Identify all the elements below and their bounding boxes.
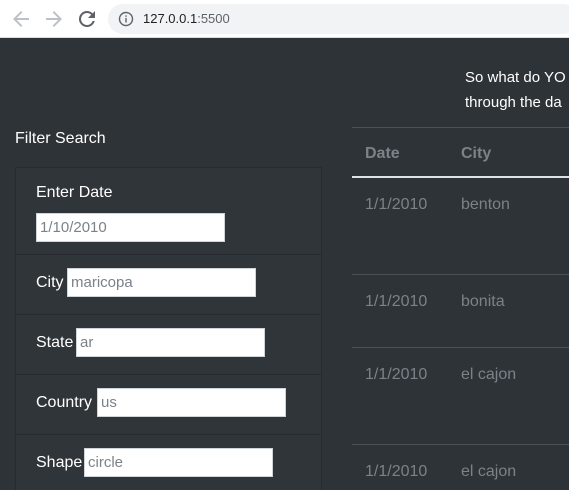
filter-item-city: City bbox=[16, 255, 321, 315]
filter-item-shape: Shape bbox=[16, 435, 321, 490]
date-label: Enter Date bbox=[36, 184, 113, 201]
column-header-city[interactable]: City bbox=[461, 145, 491, 163]
cell-city: bonita bbox=[461, 293, 505, 310]
browser-window: 127.0.0.1:5500 So what do YO through the… bbox=[0, 0, 569, 490]
table-row: 1/1/2010 bonita bbox=[352, 275, 569, 348]
filter-item-country: Country bbox=[16, 375, 321, 435]
filter-item-date: Enter Date bbox=[16, 168, 321, 255]
cell-city: benton bbox=[461, 196, 510, 213]
results-table: Date City 1/1/2010 benton 1/1/2010 bonit… bbox=[352, 127, 569, 490]
country-input[interactable] bbox=[97, 388, 286, 417]
url-host: 127.0.0.1 bbox=[143, 11, 198, 26]
state-input[interactable] bbox=[76, 328, 265, 357]
address-bar[interactable]: 127.0.0.1:5500 bbox=[108, 4, 569, 34]
table-row: 1/1/2010 benton bbox=[352, 178, 569, 275]
cell-date: 1/1/2010 bbox=[365, 366, 428, 383]
reload-icon[interactable] bbox=[75, 7, 99, 31]
browser-toolbar: 127.0.0.1:5500 bbox=[0, 0, 569, 38]
table-row: 1/1/2010 el cajon bbox=[352, 348, 569, 445]
city-label: City bbox=[36, 274, 64, 291]
intro-text: So what do YO through the da bbox=[465, 65, 569, 115]
filter-item-state: State bbox=[16, 315, 321, 375]
column-header-date[interactable]: Date bbox=[365, 145, 400, 163]
filter-search-title: Filter Search bbox=[15, 130, 106, 147]
country-label: Country bbox=[36, 394, 93, 411]
cell-date: 1/1/2010 bbox=[365, 463, 428, 480]
intro-line-2: through the da bbox=[465, 94, 562, 111]
date-input[interactable] bbox=[36, 213, 225, 242]
info-icon[interactable] bbox=[118, 11, 134, 27]
state-label: State bbox=[36, 334, 74, 351]
shape-input[interactable] bbox=[84, 448, 273, 477]
city-input[interactable] bbox=[67, 268, 256, 297]
cell-date: 1/1/2010 bbox=[365, 293, 428, 310]
cell-date: 1/1/2010 bbox=[365, 196, 428, 213]
forward-arrow-icon[interactable] bbox=[42, 7, 66, 31]
shape-label: Shape bbox=[36, 454, 83, 471]
intro-line-1: So what do YO bbox=[465, 69, 566, 86]
cell-city: el cajon bbox=[461, 366, 517, 383]
filter-panel: Enter Date City State Country Shape bbox=[15, 167, 322, 490]
back-arrow-icon[interactable] bbox=[9, 7, 33, 31]
table-header: Date City bbox=[352, 128, 569, 178]
cell-city: el cajon bbox=[461, 463, 517, 480]
page-content: So what do YO through the da Filter Sear… bbox=[0, 38, 569, 490]
url-text: 127.0.0.1:5500 bbox=[143, 11, 230, 26]
url-port: :5500 bbox=[197, 11, 230, 26]
table-row: 1/1/2010 el cajon bbox=[352, 445, 569, 490]
